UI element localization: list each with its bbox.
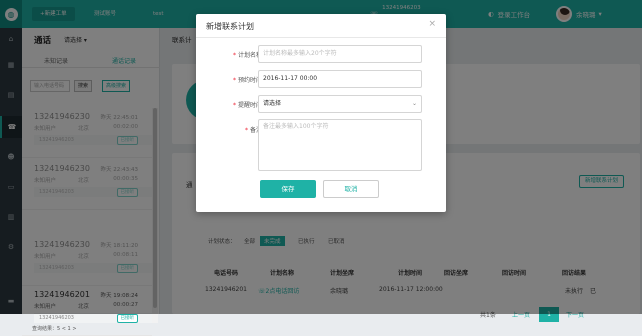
chevron-down-icon: ⌄ xyxy=(411,100,417,107)
save-button[interactable]: 保存 xyxy=(260,180,316,198)
note-textarea[interactable]: 备注最多输入100个字符 xyxy=(258,119,422,171)
close-icon[interactable]: × xyxy=(428,19,436,29)
dialog-title: 新增联系计划 xyxy=(206,22,254,31)
dialog-header: 新增联系计划 × xyxy=(196,14,446,38)
new-plan-dialog: 新增联系计划 × * 计划名称: 计划名称最多输入20个字符 * 预约时间: 201… xyxy=(196,14,446,212)
list-pagination[interactable]: 查询结果：5 < 1 > xyxy=(32,325,77,332)
plan-name-input[interactable]: 计划名称最多输入20个字符 xyxy=(258,45,422,63)
remind-time-select[interactable]: 请选择 ⌄ xyxy=(258,95,422,113)
cancel-button[interactable]: 取消 xyxy=(323,180,379,198)
appt-time-input[interactable]: 2016-11-17 00:00 xyxy=(258,70,422,88)
status-badge: 已接听 xyxy=(116,314,138,323)
